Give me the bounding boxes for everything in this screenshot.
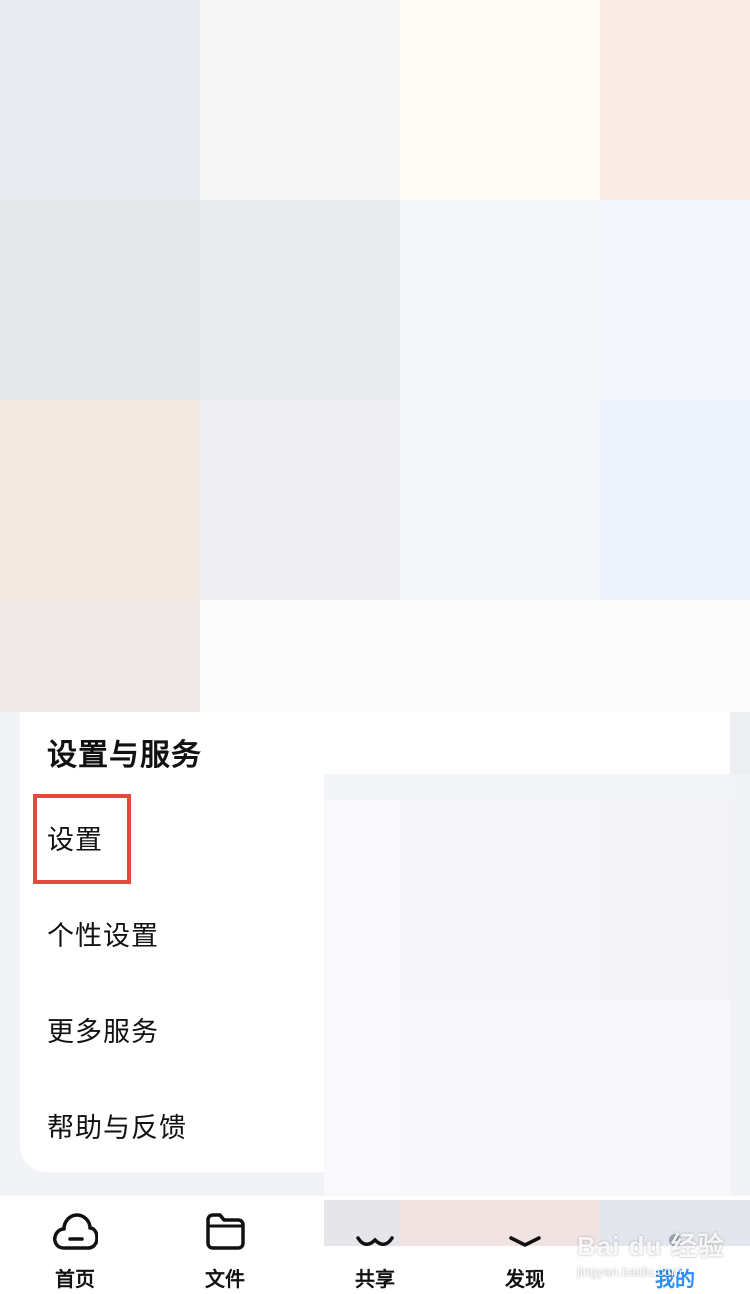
menu-item-label: 个性设置 bbox=[47, 921, 159, 951]
menu-item-help-feedback[interactable]: 帮助与反馈 bbox=[47, 1106, 187, 1145]
discover-icon bbox=[507, 1234, 543, 1253]
menu-item-more-services[interactable]: 更多服务 bbox=[47, 1010, 159, 1049]
watermark-logo: Bai du 经验 bbox=[577, 1231, 725, 1261]
tab-label: 共享 bbox=[355, 1269, 395, 1291]
pixelated-overlay bbox=[730, 712, 750, 774]
menu-item-label: 帮助与反馈 bbox=[47, 1113, 187, 1143]
share-icon bbox=[355, 1232, 395, 1253]
menu-item-label: 更多服务 bbox=[47, 1017, 159, 1047]
tab-files[interactable]: 文件 bbox=[150, 1196, 300, 1294]
menu-item-personalization[interactable]: 个性设置 bbox=[47, 914, 159, 953]
pixelated-overlay bbox=[400, 1000, 730, 1200]
tab-share[interactable]: 共享 bbox=[300, 1196, 450, 1294]
section-title: 设置与服务 bbox=[47, 739, 202, 772]
pixelated-overlay bbox=[400, 800, 600, 1000]
highlight-box bbox=[33, 794, 131, 884]
tab-home[interactable]: 首页 bbox=[0, 1196, 150, 1294]
pixelated-overlay bbox=[324, 774, 730, 800]
cloud-icon bbox=[52, 1212, 99, 1257]
baidu-jingyan-watermark: Bai du 经验 jingyan.baidu.com bbox=[575, 1214, 745, 1288]
pixelated-overlay bbox=[324, 800, 400, 1200]
settings-services-card: 设置与服务 设置 个性设置 更多服务 帮助与反馈 bbox=[20, 712, 730, 1200]
tab-label: 文件 bbox=[205, 1269, 245, 1291]
tab-label: 首页 bbox=[55, 1269, 95, 1291]
pixelated-overlay bbox=[600, 800, 730, 1000]
watermark-url: jingyan.baidu.com bbox=[577, 1264, 682, 1279]
folder-icon bbox=[205, 1212, 245, 1255]
